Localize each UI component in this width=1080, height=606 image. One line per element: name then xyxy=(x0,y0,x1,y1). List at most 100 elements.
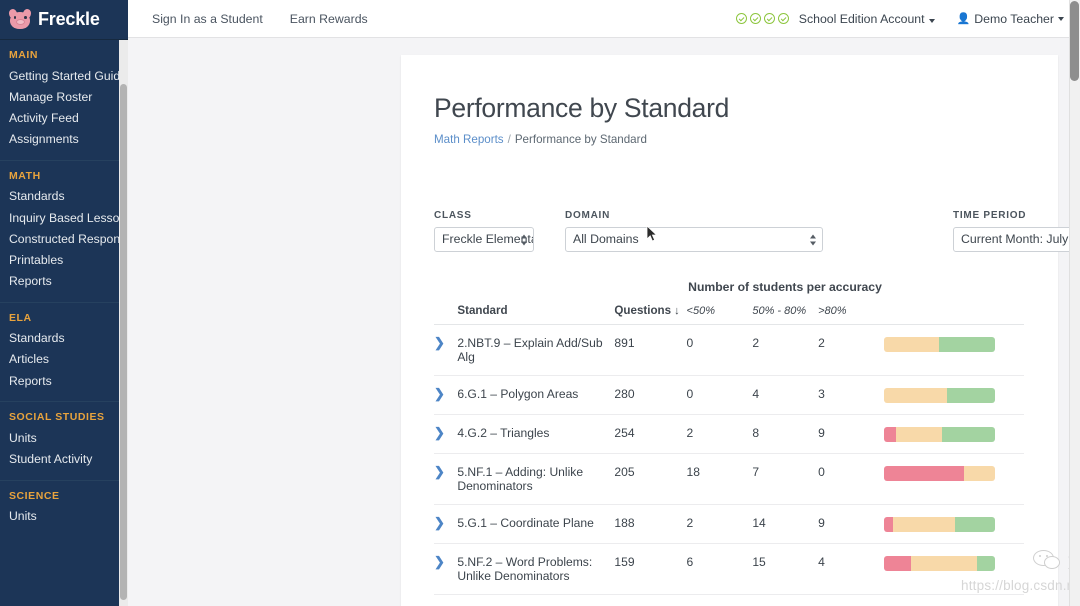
sidebar-scrollbar-track[interactable] xyxy=(119,40,128,606)
brand-logo[interactable]: Freckle xyxy=(0,0,128,40)
cell-accuracy-high: 0 xyxy=(818,453,884,505)
caret-down-icon xyxy=(1058,16,1064,21)
chevron-right-icon[interactable]: ❯ xyxy=(434,555,445,568)
cell-accuracy-high: 2 xyxy=(818,324,884,376)
cell-accuracy-low: 2 xyxy=(686,414,753,454)
sidebar-item-assignments[interactable]: Assignments xyxy=(0,129,120,150)
chevron-right-icon[interactable]: ❯ xyxy=(434,465,445,478)
expand-row-button[interactable]: ❯ xyxy=(434,453,458,505)
cell-accuracy-low: 0 xyxy=(686,324,753,376)
cell-questions: 891 xyxy=(614,324,687,376)
top-link-earn-rewards[interactable]: Earn Rewards xyxy=(290,12,368,26)
sidebar-scrollbar-thumb[interactable] xyxy=(120,84,127,600)
sidebar-item-ela-standards[interactable]: Standards xyxy=(0,328,120,349)
table-row[interactable]: ❯ 6.G.1 – Polygon Areas 280 0 4 3 xyxy=(434,375,1024,415)
cell-accuracy-high: 3 xyxy=(818,375,884,415)
cell-accuracy-high: 1 xyxy=(818,594,884,606)
sidebar-item-constructed-response[interactable]: Constructed Response xyxy=(0,228,128,249)
col-questions-label: Questions xyxy=(614,304,672,317)
bar-segment-mid xyxy=(910,556,978,571)
sidebar-item-activity-feed[interactable]: Activity Feed xyxy=(0,107,120,128)
sidebar-item-math-standards[interactable]: Standards xyxy=(0,186,120,207)
cell-questions: 280 xyxy=(614,375,687,415)
table-header: Standard Questions ↓ <50% 50% - 80% >80% xyxy=(434,304,1024,325)
cell-distribution-bar xyxy=(883,414,1024,454)
caret-down-icon xyxy=(928,18,935,23)
check-circle-icon xyxy=(763,13,775,24)
cell-distribution-bar xyxy=(883,324,1024,376)
nav-heading-math: MATH xyxy=(9,169,41,182)
sidebar-item-getting-started-guide[interactable]: Getting Started Guide xyxy=(0,65,127,86)
sidebar-item-manage-roster[interactable]: Manage Roster xyxy=(0,86,120,107)
filter-time-period: TIME PERIOD Current Month: July 1st - Ju… xyxy=(953,210,1080,252)
domain-select[interactable]: All Domains xyxy=(565,227,823,252)
pig-head-icon xyxy=(7,7,33,29)
sidebar-item-ela-reports[interactable]: Reports xyxy=(0,370,120,391)
cell-standard: 5.NF.1 – Adding: Unlike Denominators xyxy=(457,453,615,505)
nav-group-ela: ELA Standards Articles Reports xyxy=(0,303,120,403)
expand-row-button[interactable]: ❯ xyxy=(434,414,458,454)
col-accuracy-low: <50% xyxy=(686,304,753,325)
distribution-bar xyxy=(883,388,995,403)
table-row[interactable]: ❯ 2.NBT.9 – Explain Add/Sub Alg 891 0 2 2 xyxy=(434,324,1024,376)
main-region: Sign In as a Student Earn Rewards School… xyxy=(128,0,1080,606)
bar-segment-mid xyxy=(883,388,948,403)
cell-accuracy-mid: 2 xyxy=(752,324,819,376)
sidebar-item-math-reports[interactable]: Reports xyxy=(0,271,120,292)
chevron-right-icon[interactable]: ❯ xyxy=(434,516,445,529)
breadcrumb-link-math-reports[interactable]: Math Reports xyxy=(434,133,504,146)
table-row[interactable]: ❯ 5.NF.2 – Word Problems: Unlike Denomina… xyxy=(434,543,1024,595)
cell-standard: 5.NF.2 – Word Problems: Unlike Denominat… xyxy=(457,543,615,595)
cell-distribution-bar xyxy=(883,543,1024,595)
cell-accuracy-mid: 4 xyxy=(752,375,819,415)
col-questions[interactable]: Questions ↓ xyxy=(614,304,687,325)
user-icon: 👤 xyxy=(956,13,971,25)
account-menu[interactable]: School Edition Account xyxy=(799,12,935,26)
table-row[interactable]: ❯ 4.G.2 – Triangles 254 2 8 9 xyxy=(434,414,1024,454)
chevron-right-icon[interactable]: ❯ xyxy=(434,426,445,439)
bar-segment-high xyxy=(977,556,995,571)
table-row[interactable]: ❯ 5.G.1 – Coordinate Plane 188 2 14 9 xyxy=(434,504,1024,544)
expand-row-button[interactable]: ❯ xyxy=(434,594,458,606)
nav-heading-science: SCIENCE xyxy=(9,489,60,502)
expand-row-button[interactable]: ❯ xyxy=(434,543,458,595)
sidebar-item-student-activity[interactable]: Student Activity xyxy=(0,448,120,469)
bar-segment-low xyxy=(883,517,893,532)
distribution-bar xyxy=(883,556,995,571)
table-body: ❯ 2.NBT.9 – Explain Add/Sub Alg 891 0 2 2 ❯ 6.G… xyxy=(434,324,1024,606)
cell-accuracy-mid: 14 xyxy=(752,504,819,544)
sidebar-item-printables[interactable]: Printables xyxy=(0,249,120,270)
cell-distribution-bar xyxy=(883,375,1024,415)
filter-domain-label: DOMAIN xyxy=(565,210,611,221)
cell-accuracy-high: 4 xyxy=(818,543,884,595)
page-scrollbar-track[interactable] xyxy=(1069,0,1080,606)
col-accuracy-high: >80% xyxy=(818,304,884,325)
accuracy-group-header: Number of students per accuracy xyxy=(688,280,882,294)
expand-row-button[interactable]: ❯ xyxy=(434,324,458,376)
bar-segment-low xyxy=(883,556,911,571)
table-row[interactable]: ❯5.NF.4A – Products and Fractions1536181 xyxy=(434,594,1024,606)
cell-accuracy-low: 6 xyxy=(686,543,753,595)
breadcrumb: Math Reports / Performance by Standard xyxy=(434,133,1024,146)
chevron-right-icon[interactable]: ❯ xyxy=(434,387,445,400)
user-menu[interactable]: 👤 Demo Teacher xyxy=(957,12,1064,26)
cell-questions: 153 xyxy=(614,594,687,606)
filter-class-label: CLASS xyxy=(434,210,472,221)
sidebar-item-science-units[interactable]: Units xyxy=(0,506,120,527)
cell-accuracy-mid: 15 xyxy=(752,543,819,595)
table-row[interactable]: ❯ 5.NF.1 – Adding: Unlike Denominators 205… xyxy=(434,453,1024,505)
sidebar-item-articles[interactable]: Articles xyxy=(0,349,120,370)
top-link-sign-in-as-student[interactable]: Sign In as a Student xyxy=(152,12,263,26)
sidebar-item-inquiry-based-lessons[interactable]: Inquiry Based Lessons xyxy=(0,207,128,228)
expand-row-button[interactable]: ❯ xyxy=(434,504,458,544)
col-accuracy-mid: 50% - 80% xyxy=(752,304,819,325)
time-period-select[interactable]: Current Month: July 1st - July 11th xyxy=(953,227,1080,252)
class-select[interactable]: Freckle Elementary xyxy=(434,227,534,252)
expand-row-button[interactable]: ❯ xyxy=(434,375,458,415)
cell-accuracy-high: 9 xyxy=(818,414,884,454)
chevron-right-icon[interactable]: ❯ xyxy=(434,336,445,349)
filter-time-period-label: TIME PERIOD xyxy=(953,210,1027,221)
page-scrollbar-thumb[interactable] xyxy=(1070,1,1079,81)
cell-accuracy-low: 2 xyxy=(686,504,753,544)
sidebar-item-social-studies-units[interactable]: Units xyxy=(0,427,120,448)
